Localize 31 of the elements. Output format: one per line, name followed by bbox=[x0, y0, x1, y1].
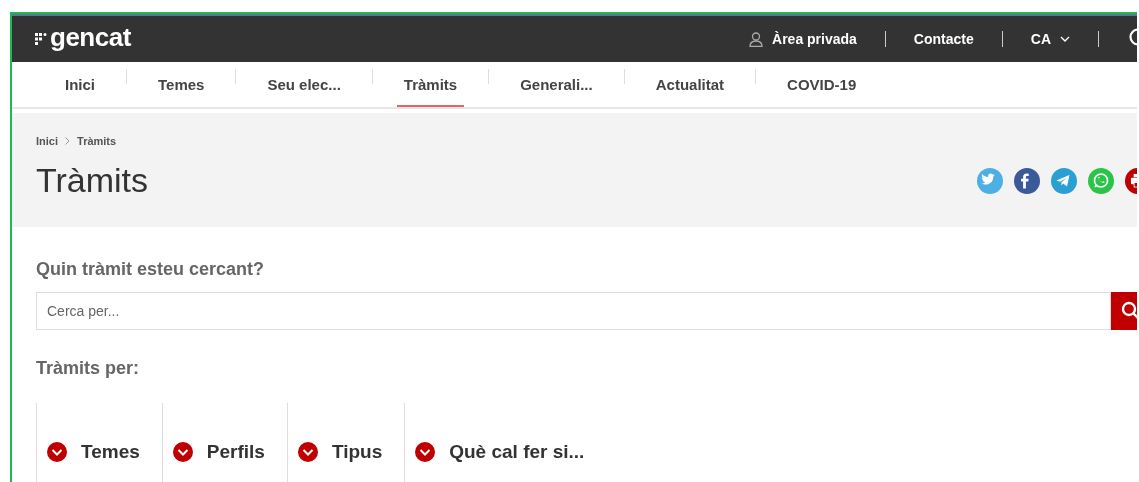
user-icon bbox=[749, 31, 764, 47]
logo[interactable]: gencat bbox=[50, 24, 131, 54]
chevron-down-icon bbox=[415, 442, 436, 462]
nav-tab[interactable]: Inici bbox=[58, 62, 102, 107]
category-tab[interactable]: Tipus bbox=[286, 403, 405, 482]
chevron-down-icon bbox=[1060, 36, 1070, 42]
nav-tab[interactable]: Temes bbox=[151, 62, 212, 107]
nav-tab[interactable]: Generali... bbox=[513, 62, 600, 107]
nav-tab[interactable]: Tràmits bbox=[396, 62, 465, 107]
chevron-down-icon bbox=[297, 442, 318, 462]
chevron-down-icon bbox=[47, 442, 67, 462]
f-letter-icon[interactable] bbox=[1014, 167, 1040, 194]
breadcrumb-link[interactable]: Tràmits bbox=[77, 135, 117, 147]
category-tab[interactable]: Perfils bbox=[161, 403, 287, 482]
paper-plane-icon[interactable] bbox=[1051, 167, 1077, 194]
search-label: Quin tràmit esteu cercant? bbox=[36, 259, 266, 280]
section-title: Tràmits per: bbox=[36, 358, 141, 379]
nav-tab[interactable]: COVID-19 bbox=[780, 62, 864, 107]
breadcrumb-link[interactable]: Inici bbox=[36, 135, 58, 147]
logo-icon bbox=[35, 33, 47, 45]
nav-tab[interactable]: Actualitat bbox=[648, 62, 732, 107]
page-title: Tràmits bbox=[36, 161, 149, 200]
nav-tab[interactable]: Seu elec... bbox=[260, 62, 348, 107]
header-link[interactable]: CA bbox=[1030, 31, 1070, 47]
category-tab[interactable]: Temes bbox=[36, 403, 162, 482]
chevron-down-icon bbox=[172, 442, 193, 462]
header-link[interactable]: Contacte bbox=[913, 31, 974, 47]
header-link[interactable]: Àrea privada bbox=[749, 31, 857, 47]
category-tab[interactable]: Què cal fer si... bbox=[404, 403, 607, 482]
chevron-right-icon bbox=[65, 137, 70, 145]
search-field[interactable]: Cerca per... bbox=[36, 292, 1111, 330]
